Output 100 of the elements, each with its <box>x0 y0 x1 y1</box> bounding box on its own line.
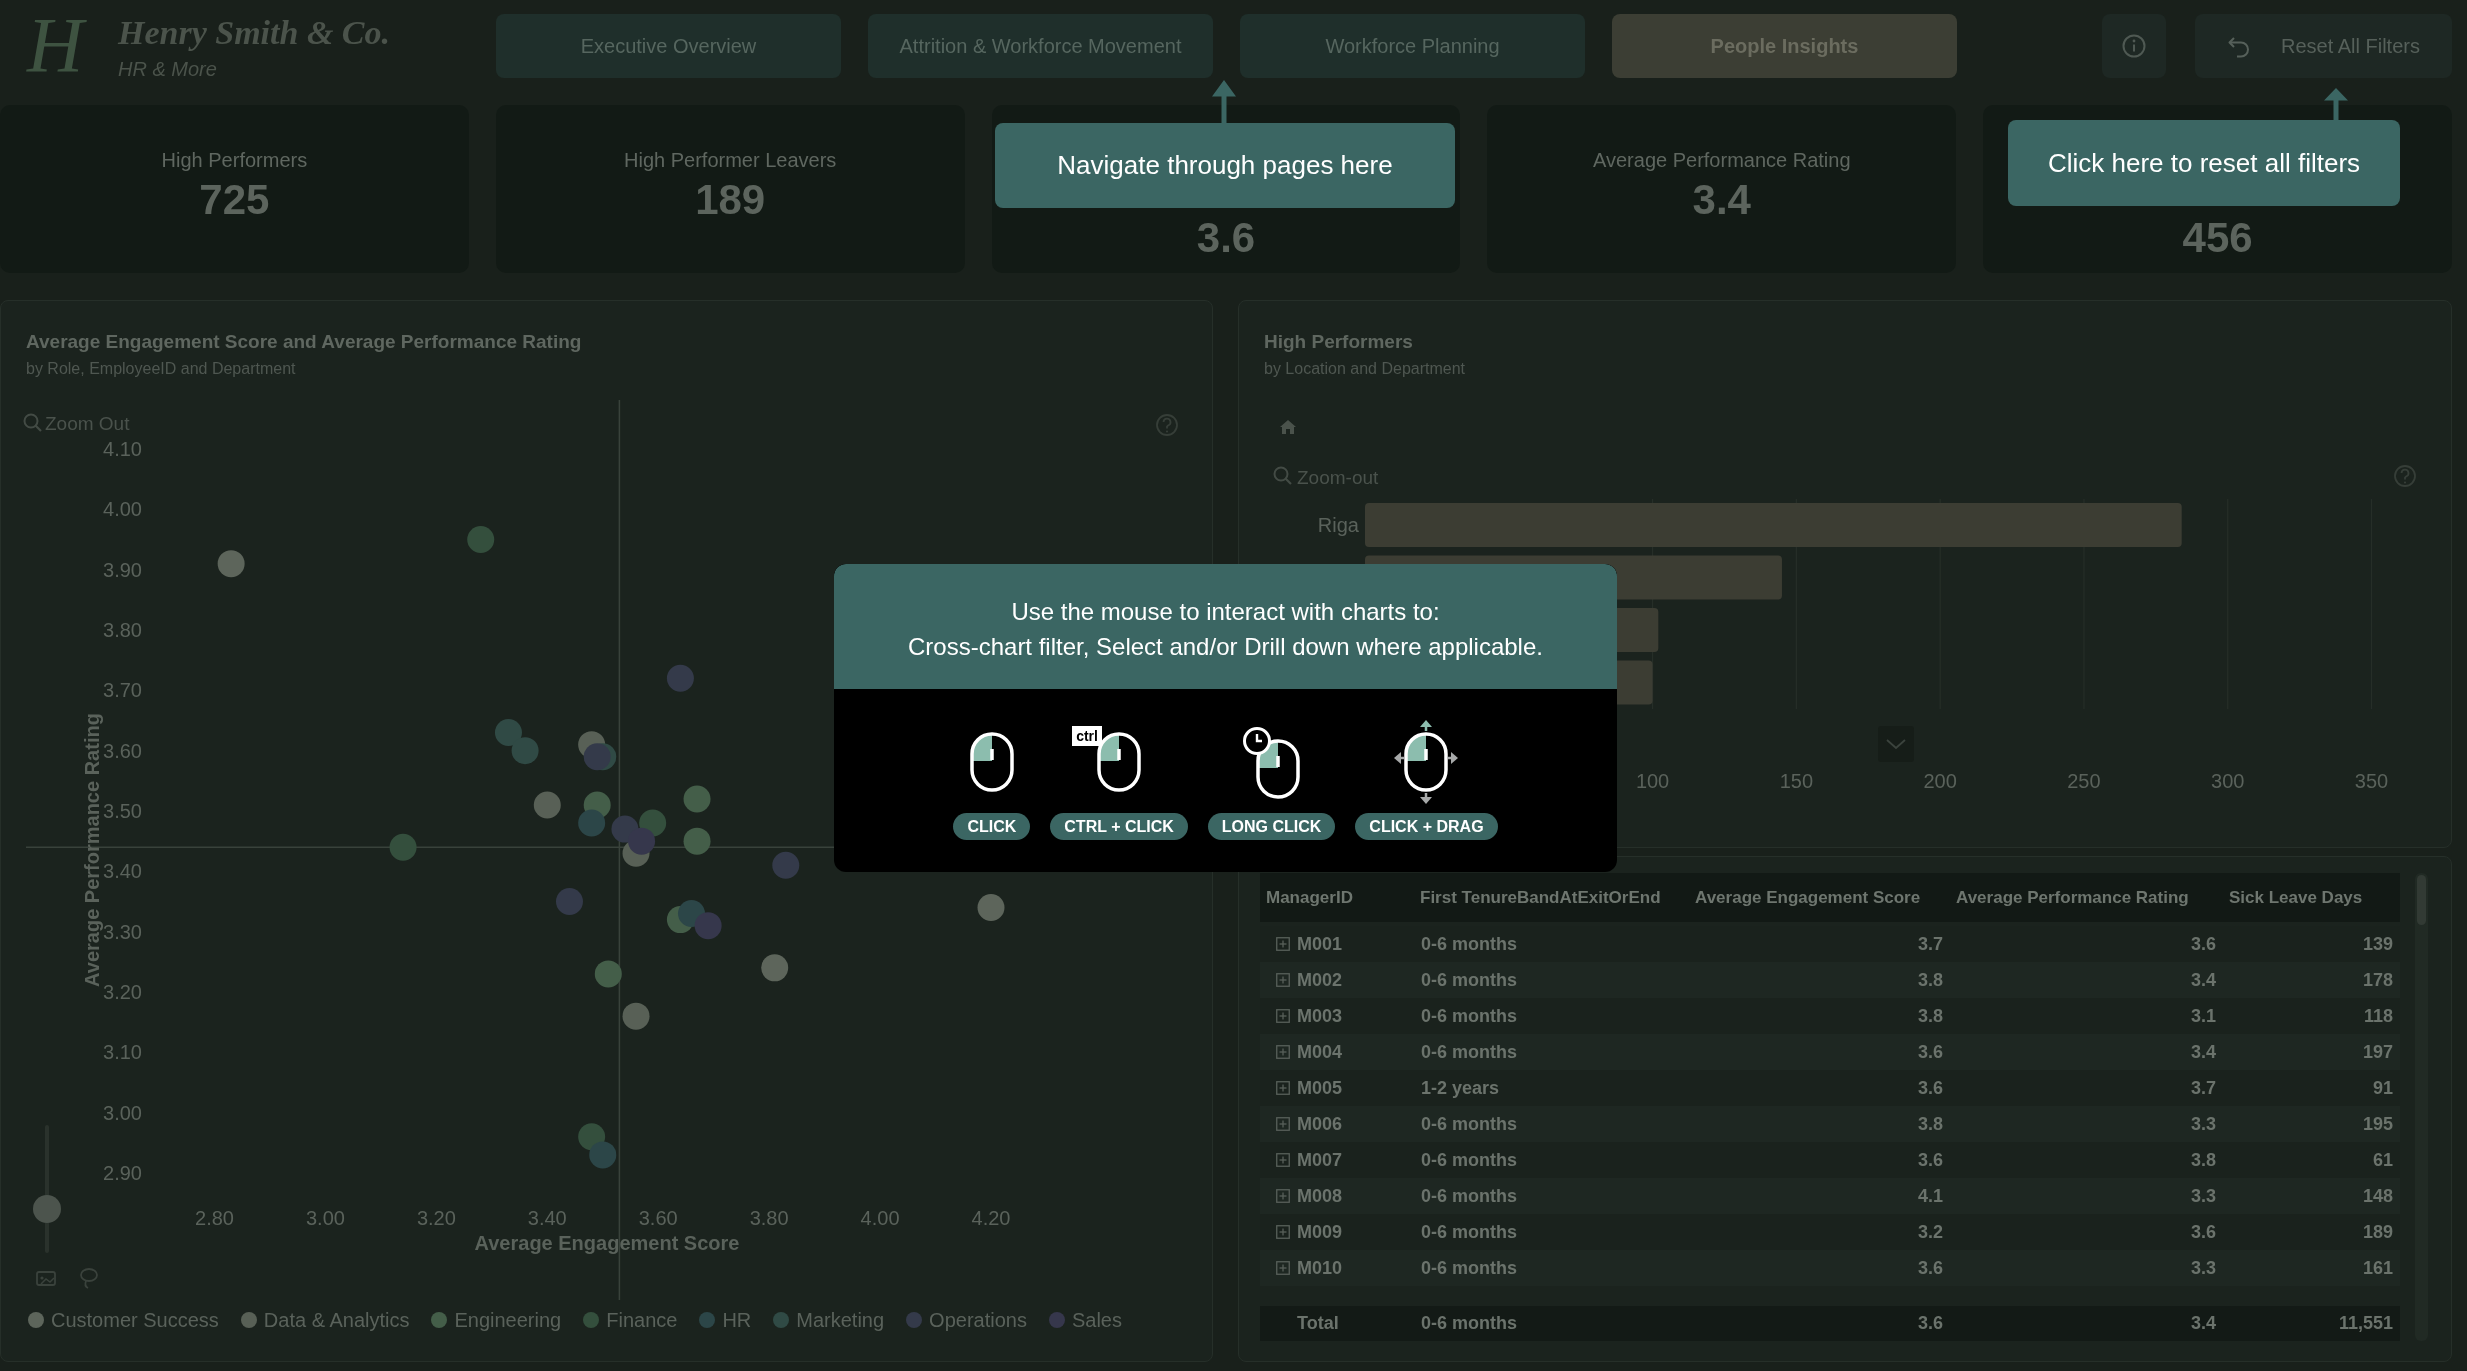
x-tick-label: 150 <box>1779 770 1814 792</box>
sick-leave-days: 148 <box>2362 1185 2393 1207</box>
info-icon <box>2122 34 2146 58</box>
tenure-period: 0-6 months <box>1421 1113 1517 1135</box>
performance-rating: 3.3 <box>2190 1257 2216 1279</box>
engagement-score: 3.8 <box>1917 1113 1943 1135</box>
scatter-point <box>683 785 711 813</box>
x-tick-label: 3.00 <box>305 1207 345 1229</box>
performance-rating: 3.4 <box>2190 1041 2216 1063</box>
performance-rating: 3.1 <box>2190 1005 2216 1027</box>
expand-icon[interactable] <box>1276 1117 1290 1131</box>
scatter-point <box>666 664 694 692</box>
expand-icon[interactable] <box>1276 1225 1290 1239</box>
column-header[interactable]: Average Engagement Score <box>1689 887 1950 908</box>
engagement-score: 3.2 <box>1917 1221 1943 1243</box>
total-label: Total <box>1297 1313 1339 1334</box>
column-header[interactable]: Sick Leave Days <box>2223 887 2400 908</box>
x-tick-label: 2.80 <box>195 1207 234 1229</box>
zoom-out-icon[interactable] <box>1273 466 1292 485</box>
expand-icon[interactable] <box>1276 973 1290 987</box>
up-arrow-icon <box>2324 88 2348 121</box>
scatter-point <box>467 526 495 553</box>
manager-id: M008 <box>1297 1185 1343 1207</box>
scatter-point <box>555 888 583 915</box>
lasso-icon[interactable] <box>80 1268 98 1289</box>
kpi-value: 725 <box>199 175 270 225</box>
performance-rating: 3.6 <box>2190 1221 2216 1243</box>
x-tick-label: 3.60 <box>638 1207 678 1229</box>
legend-label[interactable]: Engineering <box>454 1308 562 1332</box>
y-tick-label: 3.20 <box>103 981 142 1003</box>
legend-label[interactable]: Sales <box>1071 1308 1122 1332</box>
legend-label[interactable]: HR <box>722 1308 752 1332</box>
manager-id: M009 <box>1297 1221 1343 1243</box>
scatter-point <box>628 827 656 855</box>
table-row[interactable]: M004 0-6 months 3.6 3.4 197 <box>1260 1034 2400 1070</box>
expand-icon[interactable] <box>1276 1045 1290 1059</box>
manager-id: M006 <box>1297 1113 1343 1135</box>
up-arrow-icon <box>1212 80 1236 124</box>
scatter-point <box>622 1002 650 1030</box>
reset-filters-button[interactable]: Reset All Filters <box>2195 14 2452 78</box>
help-text: Use the mouse to interact with charts to: <box>1011 597 1440 627</box>
manager-id: M010 <box>1297 1257 1343 1279</box>
tenure-period: 0-6 months <box>1421 933 1517 955</box>
help-icon[interactable] <box>2394 465 2416 487</box>
undo-icon <box>2227 34 2251 58</box>
scatter-point <box>589 1141 617 1169</box>
x-tick-label: 100 <box>1635 770 1670 792</box>
y-axis-title: Average Performance Rating <box>81 713 103 987</box>
home-icon[interactable] <box>1280 420 1296 434</box>
column-header[interactable]: ManagerID <box>1260 887 1414 908</box>
scatter-point <box>511 737 539 765</box>
help-icon[interactable] <box>1156 414 1178 436</box>
performance-rating: 3.6 <box>2190 933 2216 955</box>
expand-icon[interactable] <box>1276 937 1290 951</box>
sick-leave-days: 91 <box>2372 1077 2393 1099</box>
scatter-point <box>494 719 522 747</box>
legend-label[interactable]: Operations <box>929 1308 1027 1332</box>
expand-icon[interactable] <box>1276 1261 1290 1275</box>
tenure-period: 0-6 months <box>1421 1041 1517 1063</box>
sick-leave-days: 197 <box>2362 1041 2393 1063</box>
kpi-value: 456 <box>2182 213 2253 263</box>
legend-label[interactable]: Finance <box>606 1308 678 1332</box>
legend-label[interactable]: Customer Success <box>51 1308 219 1332</box>
tooltip: Navigate through pages here <box>995 123 1455 208</box>
y-tick-label: 2.90 <box>103 1162 142 1184</box>
table-row[interactable]: M010 0-6 months 3.6 3.3 161 <box>1260 1250 2400 1286</box>
x-axis-title: Average Engagement Score <box>474 1232 740 1254</box>
mouse-arrows-icon <box>1394 720 1459 804</box>
performance-rating: 3.3 <box>2190 1185 2216 1207</box>
legend-label[interactable]: Marketing <box>796 1308 885 1332</box>
kpi-label: Average Performance Rating <box>1593 148 1851 173</box>
info-button[interactable] <box>2102 14 2166 78</box>
expand-icon[interactable] <box>1276 1081 1290 1095</box>
legend-label[interactable]: Data & Analytics <box>263 1308 410 1332</box>
sick-leave-days: 118 <box>2363 1005 2393 1027</box>
scatter-point <box>217 550 245 578</box>
zoom-slider-thumb[interactable] <box>33 1195 61 1224</box>
tenure-period: 0-6 months <box>1421 969 1517 991</box>
expand-icon[interactable] <box>1276 1153 1290 1167</box>
table-row[interactable]: M002 0-6 months 3.8 3.4 178 <box>1260 962 2400 998</box>
chevron-down-icon[interactable] <box>1878 726 1914 762</box>
kpi-label: High Performer Leavers <box>624 148 837 173</box>
sick-leave-days: 139 <box>2362 933 2393 955</box>
expand-icon[interactable] <box>1276 1189 1290 1203</box>
mouse-icon <box>1097 732 1142 792</box>
zoom-out-icon[interactable] <box>23 413 42 432</box>
y-tick-label: 3.50 <box>103 800 142 822</box>
table-row[interactable]: M006 0-6 months 3.8 3.3 195 <box>1260 1106 2400 1142</box>
column-header[interactable]: First TenureBandAtExitOrEnd <box>1414 887 1689 908</box>
column-header[interactable]: Average Performance Rating <box>1950 887 2223 908</box>
scatter-point <box>578 809 606 837</box>
table-row[interactable]: M008 0-6 months 4.1 3.3 148 <box>1260 1178 2400 1214</box>
mouse-clock-icon <box>1243 725 1301 799</box>
expand-icon[interactable] <box>1276 1009 1290 1023</box>
picture-icon[interactable] <box>36 1271 56 1286</box>
help-text: Cross-chart filter, Select and/or Drill down where applicable. <box>908 632 1543 662</box>
kpi-label: High Performers <box>161 148 308 173</box>
action-label: LONG CLICK <box>1207 813 1336 840</box>
y-tick-label: 3.10 <box>103 1041 142 1064</box>
engagement-score: 3.8 <box>1917 969 1943 991</box>
